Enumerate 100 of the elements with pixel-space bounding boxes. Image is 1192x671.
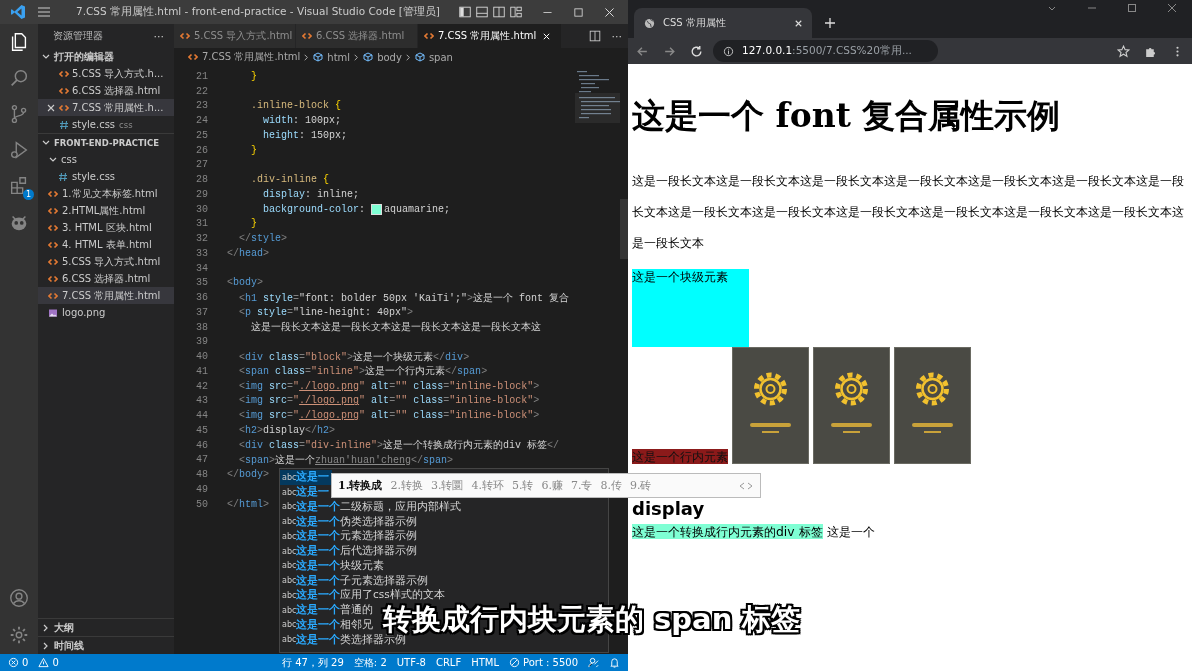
- ime-candidate[interactable]: 8.传: [600, 478, 622, 493]
- cube-icon: [414, 52, 425, 62]
- window-title: 7.CSS 常用属性.html - front-end-practice - Visual Studio Code [管理员]: [76, 5, 440, 19]
- suggestion-item[interactable]: abc这是一个元素选择器示例: [280, 529, 420, 544]
- star-icon[interactable]: [1117, 44, 1130, 58]
- breadcrumb-item[interactable]: span: [428, 51, 453, 63]
- file-tree-item[interactable]: 5.CSS 导入方式.html: [38, 253, 174, 270]
- suggestion-item[interactable]: abc这是一个伪类选择器示例: [280, 514, 420, 529]
- back-icon[interactable]: [636, 44, 649, 58]
- split-editor-icon[interactable]: [587, 29, 602, 43]
- file-tree-item[interactable]: 7.CSS 常用属性.html: [38, 287, 174, 304]
- code-line: <span class="inline">这是一个行内元素</span>: [239, 364, 488, 379]
- ime-candidate[interactable]: 7.专: [571, 478, 593, 493]
- reload-icon[interactable]: [690, 44, 703, 58]
- ime-candidate[interactable]: 3.转圜: [431, 478, 464, 493]
- search-icon[interactable]: [8, 67, 30, 89]
- run-debug-icon[interactable]: [8, 139, 30, 161]
- section-header[interactable]: 大纲: [54, 620, 74, 635]
- ime-candidate[interactable]: 2.转换: [390, 478, 423, 493]
- line-number: 31: [195, 218, 208, 230]
- html-file-icon: [180, 31, 190, 41]
- address-bar[interactable]: 127.0.0.1:5500/7.CSS%20常用...: [713, 40, 938, 62]
- file-tree-item[interactable]: 2.HTML属性.html: [38, 202, 174, 219]
- file-tree-item[interactable]: 1.常见文本标签.html: [38, 185, 174, 202]
- color-swatch[interactable]: [371, 203, 383, 215]
- project-header[interactable]: FRONT-END-PRACTICE: [54, 137, 160, 148]
- ime-candidate[interactable]: 1.转换成: [338, 478, 383, 493]
- editor-tab[interactable]: 6.CSS 选择器.html: [296, 24, 418, 48]
- encoding[interactable]: UTF-8: [396, 657, 426, 668]
- file-tree-item[interactable]: 4. HTML 表单.html: [38, 236, 174, 253]
- error-count[interactable]: 0: [22, 657, 29, 668]
- indentation[interactable]: 空格: 2: [353, 655, 387, 670]
- ime-candidate[interactable]: 5.转: [512, 478, 534, 493]
- split-layout-icon[interactable]: [492, 5, 506, 19]
- error-icon[interactable]: [8, 657, 19, 668]
- suggestion-item[interactable]: abc这是一个应用了css样式的文本: [280, 588, 448, 603]
- inline-element: 这是一个行内元素: [632, 449, 728, 464]
- close-icon[interactable]: [603, 5, 616, 19]
- file-tree-item[interactable]: style.css: [38, 168, 174, 185]
- menu-icon[interactable]: [36, 4, 52, 20]
- code-line: <img src="./logo.png" alt="" class="inline-block">: [239, 380, 540, 392]
- section-header[interactable]: 打开的编辑器: [54, 49, 114, 64]
- account-icon[interactable]: [8, 587, 30, 609]
- html-file-icon: [48, 222, 58, 233]
- more-actions-button[interactable]: ···: [611, 29, 622, 43]
- close-icon[interactable]: [46, 102, 56, 113]
- suggestion-item[interactable]: abc这是一个子元素选择器示例: [280, 573, 431, 588]
- line-number: 27: [195, 159, 208, 171]
- code-line: </style>: [239, 233, 288, 245]
- no-entry-icon[interactable]: [509, 657, 520, 668]
- suggestion-item[interactable]: abc这是一个后代选择器示例: [280, 543, 420, 559]
- code-line: <p style="line-height: 40px">: [239, 306, 414, 318]
- line-ending[interactable]: CRLF: [435, 657, 462, 668]
- settings-icon[interactable]: [8, 624, 30, 646]
- cube-icon: [313, 52, 324, 62]
- suggestion-item[interactable]: abc这是一个相邻兄: [280, 617, 376, 633]
- suggestion-item[interactable]: abc这是一个二级标题，应用内部样式: [280, 499, 464, 515]
- suggestion-item[interactable]: abc这是一: [280, 470, 332, 485]
- breadcrumb-item[interactable]: body: [377, 51, 402, 63]
- maximize-icon[interactable]: [1126, 2, 1138, 14]
- cursor-position[interactable]: 行 47，列 29: [282, 655, 344, 670]
- ime-candidate[interactable]: 6.赚: [541, 478, 563, 493]
- open-editor-item[interactable]: 6.CSS 选择器.html: [38, 82, 174, 99]
- editor-tab[interactable]: 7.CSS 常用属性.html: [418, 24, 563, 48]
- editor-tab[interactable]: 5.CSS 导入方式.html: [174, 24, 296, 48]
- bell-icon[interactable]: [609, 657, 620, 668]
- scrollbar[interactable]: [620, 199, 628, 259]
- code-line: <div class="div-inline">这是一个转换成行内元素的div 标签</: [239, 438, 560, 453]
- html-file-icon: [48, 188, 58, 199]
- language-mode[interactable]: HTML: [471, 657, 499, 668]
- section-header[interactable]: 时间线: [54, 638, 84, 653]
- file-tree-item[interactable]: css: [38, 151, 174, 168]
- breadcrumb-item[interactable]: html: [327, 51, 351, 63]
- line-number: 22: [195, 85, 208, 97]
- toggle-panel-icon[interactable]: [475, 5, 489, 19]
- file-tree-item[interactable]: logo.png: [38, 304, 174, 321]
- more-actions-button[interactable]: ···: [153, 29, 164, 43]
- breadcrumb-item[interactable]: 7.CSS 常用属性.html: [202, 50, 301, 64]
- suggestion-item[interactable]: abc这是一个块级元素: [280, 558, 387, 574]
- line-number: 25: [195, 129, 208, 141]
- maximize-icon[interactable]: [572, 5, 585, 19]
- layout-icon[interactable]: [509, 5, 523, 19]
- warning-count[interactable]: 0: [52, 657, 59, 668]
- feedback-icon[interactable]: [588, 657, 599, 668]
- line-number: 37: [195, 306, 208, 318]
- new-tab-icon[interactable]: [824, 17, 836, 29]
- open-editor-item[interactable]: style.css css: [38, 116, 174, 133]
- file-tree-item[interactable]: 6.CSS 选择器.html: [38, 270, 174, 287]
- suggestion-item[interactable]: abc这是一个普通的: [280, 602, 376, 618]
- port-status[interactable]: Port : 5500: [523, 657, 578, 668]
- open-editor-item[interactable]: 5.CSS 导入方式.h...: [38, 65, 174, 82]
- ime-candidate[interactable]: 9.砖: [630, 478, 652, 493]
- forward-icon[interactable]: [663, 44, 676, 58]
- toggle-sidebar-icon[interactable]: [458, 5, 472, 19]
- browser-tab[interactable]: CSS 常用属性: [634, 8, 812, 38]
- file-tree-item[interactable]: 3. HTML 区块.html: [38, 219, 174, 236]
- warning-icon[interactable]: [38, 657, 50, 668]
- ime-candidate[interactable]: 4.转环: [471, 478, 504, 493]
- open-editor-item[interactable]: 7.CSS 常用属性.h...: [38, 99, 174, 116]
- suggestion-item[interactable]: abc这是一: [280, 484, 332, 500]
